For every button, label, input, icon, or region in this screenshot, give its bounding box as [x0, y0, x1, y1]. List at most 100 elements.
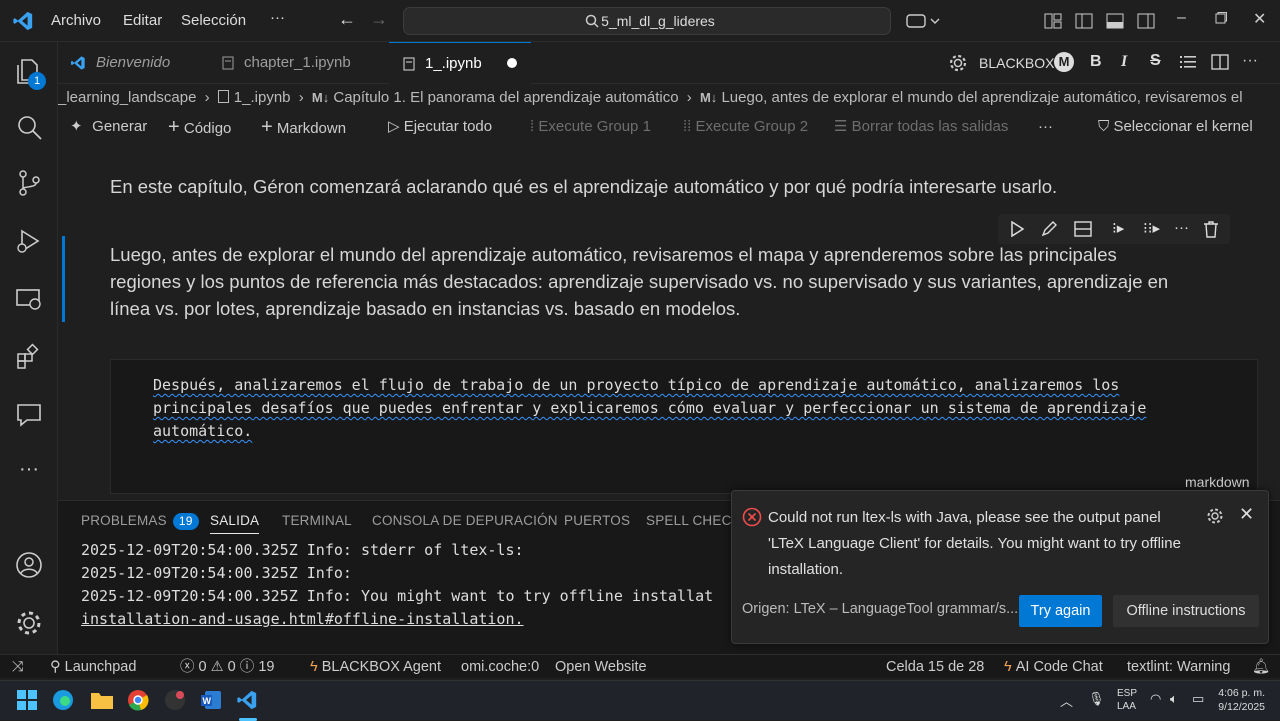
command-center-search[interactable]: 5_ml_dl_g_lideres — [403, 7, 891, 35]
chat-icon[interactable] — [14, 400, 44, 430]
textlint-status[interactable]: textlint: Warning — [1127, 655, 1230, 679]
offline-instructions-button[interactable]: Offline instructions — [1113, 595, 1259, 627]
more-actions-icon[interactable]: ··· — [1242, 52, 1258, 70]
breadcrumb-folder[interactable]: _learning_landscape — [58, 89, 196, 106]
notifications-bell-icon[interactable]: 🔔︎ — [1252, 655, 1270, 679]
word-icon[interactable]: W — [200, 689, 224, 713]
maximize-icon[interactable] — [1215, 12, 1227, 24]
explorer-icon[interactable]: 1 — [14, 56, 46, 90]
edge-browser-icon[interactable] — [52, 689, 76, 713]
generate-button[interactable]: ✦ Generar — [70, 112, 147, 142]
list-icon[interactable] — [1180, 55, 1196, 69]
cell-position[interactable]: Celda 15 de 28 — [886, 655, 984, 679]
log-link[interactable]: installation-and-usage.html#offline-inst… — [81, 610, 524, 628]
menu-editar[interactable]: Editar — [123, 12, 162, 29]
account-icon[interactable] — [14, 550, 44, 580]
menu-seleccion[interactable]: Selección — [181, 12, 246, 29]
strikethrough-icon[interactable]: S — [1150, 52, 1161, 70]
markdown-editor-cell[interactable]: Después, analizaremos el flujo de trabaj… — [110, 359, 1258, 494]
forward-arrow-icon[interactable]: → — [370, 9, 388, 30]
bold-icon[interactable]: B — [1090, 53, 1102, 71]
tab-problems[interactable]: PROBLEMAS 19 — [81, 513, 199, 530]
execute-group-2-button[interactable]: ⁞⁞ Execute Group 2 — [683, 112, 808, 142]
split-cell-icon[interactable] — [1074, 221, 1092, 237]
m-logo-icon[interactable]: M — [1054, 52, 1074, 72]
windows-start-icon[interactable] — [16, 689, 40, 713]
toggle-secondary-sidebar-icon[interactable] — [1136, 11, 1156, 31]
toggle-primary-sidebar-icon[interactable] — [1074, 11, 1094, 31]
delete-cell-icon[interactable] — [1203, 220, 1219, 238]
battery-icon[interactable]: ▭ — [1192, 691, 1204, 707]
add-code-cell-button[interactable]: + Código — [168, 112, 231, 144]
search-sidebar-icon[interactable] — [14, 112, 44, 142]
layout-customize-icon[interactable] — [1043, 11, 1063, 31]
settings-gear-icon[interactable] — [14, 608, 44, 638]
markdown-cell-2[interactable]: Luego, antes de explorar el mundo del ap… — [110, 241, 1168, 322]
back-arrow-icon[interactable]: ← — [338, 9, 356, 30]
execute-below-icon[interactable]: ⁝⁝▸ — [1143, 219, 1160, 237]
edit-pencil-icon[interactable] — [1041, 221, 1057, 237]
select-kernel-button[interactable]: ⛉ Seleccionar el kernel — [1098, 112, 1253, 142]
ai-code-chat-item[interactable]: ϟ AI Code Chat — [1004, 655, 1103, 679]
run-debug-icon[interactable] — [14, 226, 44, 256]
cell-more-icon[interactable]: ··· — [1174, 219, 1189, 236]
wifi-icon[interactable]: ◠ — [1150, 691, 1161, 707]
add-markdown-cell-button[interactable]: + Markdown — [261, 112, 346, 144]
run-cell-icon[interactable] — [1009, 221, 1025, 237]
blackbox-agent-item[interactable]: ϟ BLACKBOX Agent — [310, 655, 441, 679]
toggle-panel-icon[interactable] — [1105, 11, 1125, 31]
tab-1-ipynb[interactable]: 1_.ipynb — [389, 42, 531, 84]
remote-explorer-icon[interactable] — [14, 284, 44, 314]
run-all-button[interactable]: ▷ Ejecutar todo — [388, 112, 492, 142]
settings-gear-icon[interactable] — [948, 53, 968, 73]
try-again-button[interactable]: Try again — [1019, 595, 1102, 627]
problems-status[interactable]: ⓧ 0 ⚠ 0 ⓘ 19 — [180, 655, 274, 679]
tab-chapter-1[interactable]: chapter_1.ipynb — [210, 42, 386, 84]
more-menu-icon[interactable]: ··· — [270, 9, 285, 26]
toolbar-more-icon[interactable]: ··· — [1038, 112, 1053, 142]
github-desktop-icon[interactable] — [164, 689, 188, 713]
clear-outputs-button[interactable]: ☰ Borrar todas las salidas — [834, 112, 1008, 142]
launchpad-item[interactable]: ⚲ Launchpad — [50, 655, 136, 679]
markdown-label: Markdown — [276, 120, 347, 137]
tab-terminal[interactable]: TERMINAL — [282, 513, 352, 528]
volume-icon[interactable]: 🔈︎ — [1170, 691, 1178, 707]
cell-language-label[interactable]: markdown — [1185, 474, 1250, 490]
tab-debug-console[interactable]: CONSOLA DE DEPURACIÓN — [372, 513, 558, 528]
breadcrumb-cell[interactable]: Luego, antes de explorar el mundo del ap… — [721, 89, 1242, 106]
chrome-icon[interactable] — [127, 689, 151, 713]
clock[interactable]: 4:06 p. m. 9/12/2025 — [1213, 686, 1265, 714]
more-views-icon[interactable]: ··· — [14, 458, 44, 488]
markdown-source[interactable]: Después, analizaremos el flujo de trabaj… — [153, 374, 1213, 443]
plus-icon: + — [168, 116, 180, 138]
execute-above-icon[interactable]: ⁝▸ — [1112, 219, 1124, 237]
split-editor-icon[interactable] — [1211, 53, 1229, 71]
tab-ports[interactable]: PUERTOS — [564, 513, 630, 528]
execute-group-1-button[interactable]: ⁞ Execute Group 1 — [530, 112, 651, 142]
tab-output[interactable]: SALIDA — [210, 513, 260, 534]
omi-status[interactable]: omi.coche:0 — [461, 655, 539, 679]
unsaved-dot-icon[interactable] — [507, 58, 517, 68]
markdown-cell-1[interactable]: En este capítulo, Géron comenzará aclara… — [110, 173, 1057, 200]
italic-icon[interactable]: I — [1121, 53, 1127, 71]
breadcrumb-file[interactable]: 1_.ipynb — [234, 89, 291, 106]
vscode-taskbar-icon[interactable] — [236, 689, 260, 713]
tray-chevron-up-icon[interactable]: ︿ — [1060, 691, 1073, 710]
keyboard-language[interactable]: ESP LAA — [1117, 687, 1137, 713]
copilot-icon[interactable] — [906, 12, 940, 30]
minimize-icon[interactable]: – — [1177, 9, 1186, 27]
tab-bienvenido[interactable]: Bienvenido — [58, 42, 203, 84]
source-control-icon[interactable] — [14, 168, 44, 198]
extensions-icon[interactable] — [14, 342, 44, 372]
blackbox-label[interactable]: BLACKBOX — [979, 55, 1054, 71]
infos-count: 19 — [258, 659, 275, 675]
remote-icon[interactable]: ⤨ — [12, 655, 24, 679]
file-explorer-icon[interactable] — [90, 689, 114, 713]
breadcrumb-heading[interactable]: Capítulo 1. El panorama del aprendizaje … — [333, 89, 678, 106]
open-website-item[interactable]: Open Website — [555, 655, 647, 679]
microphone-icon[interactable]: 🎙︎ — [1088, 691, 1105, 707]
notification-settings-icon[interactable] — [1206, 507, 1224, 525]
close-notification-icon[interactable]: ✕ — [1239, 504, 1254, 525]
menu-archivo[interactable]: Archivo — [51, 12, 101, 29]
close-window-icon[interactable]: ✕ — [1253, 9, 1266, 29]
